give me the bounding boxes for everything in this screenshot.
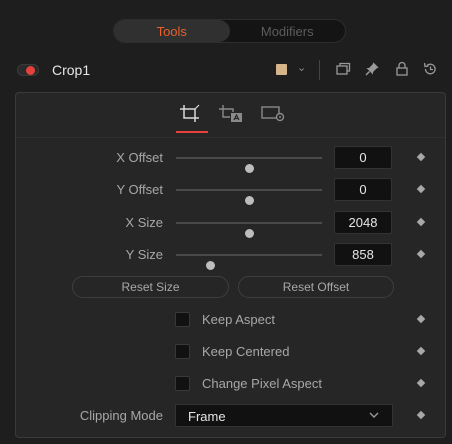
crop-icon[interactable] — [176, 101, 206, 125]
keyframe-diamond-icon[interactable] — [416, 314, 426, 324]
change-pixel-aspect-label: Change Pixel Aspect — [202, 376, 322, 391]
keyframe-diamond-icon[interactable] — [416, 378, 426, 388]
crop-controls-panel: X Offset 0 Y Offset 0 X Size 2048 Y Size… — [15, 92, 446, 438]
y-size-slider[interactable] — [176, 254, 322, 270]
keyframe-diamond-icon[interactable] — [416, 249, 426, 259]
panel-divider — [16, 137, 445, 138]
keep-aspect-checkbox[interactable] — [175, 312, 190, 327]
keep-aspect-label: Keep Aspect — [202, 312, 275, 327]
y-offset-slider[interactable] — [176, 189, 322, 205]
y-offset-row: Y Offset 0 — [16, 178, 445, 205]
header-separator — [319, 60, 320, 80]
reset-offset-button[interactable]: Reset Offset — [238, 276, 394, 298]
clipping-mode-value: Frame — [188, 409, 226, 424]
y-offset-label: Y Offset — [116, 182, 164, 197]
tab-tools[interactable]: Tools — [114, 20, 230, 42]
reset-size-button[interactable]: Reset Size — [72, 276, 229, 298]
pin-icon[interactable] — [363, 60, 381, 78]
x-offset-row: X Offset 0 — [16, 146, 445, 173]
slider-thumb[interactable] — [245, 164, 254, 173]
enable-dot — [26, 66, 35, 75]
chevron-down-icon[interactable]: ⌄ — [297, 61, 306, 74]
y-offset-field[interactable]: 0 — [334, 178, 392, 201]
keyframe-diamond-icon[interactable] — [416, 346, 426, 356]
keyframe-diamond-icon[interactable] — [416, 410, 426, 420]
crop-auto-icon[interactable] — [216, 101, 246, 125]
slider-thumb[interactable] — [245, 229, 254, 238]
x-offset-slider[interactable] — [176, 157, 322, 173]
x-size-row: X Size 2048 — [16, 211, 445, 238]
frame-settings-icon[interactable] — [258, 101, 288, 125]
slider-thumb[interactable] — [205, 261, 215, 270]
clipping-mode-row: Clipping Mode Frame — [16, 404, 445, 428]
keyframe-diamond-icon[interactable] — [416, 152, 426, 162]
x-offset-field[interactable]: 0 — [334, 146, 392, 169]
window-icon[interactable] — [334, 60, 352, 78]
x-size-slider[interactable] — [176, 222, 322, 238]
y-size-row: Y Size 858 — [16, 243, 445, 270]
keep-centered-row: Keep Centered — [16, 340, 445, 364]
reset-icon[interactable] — [421, 60, 439, 78]
node-enable-toggle[interactable] — [17, 64, 39, 76]
y-size-field[interactable]: 858 — [334, 243, 392, 266]
clipping-mode-select[interactable]: Frame — [175, 404, 393, 427]
keep-centered-label: Keep Centered — [202, 344, 290, 359]
x-offset-label: X Offset — [116, 150, 163, 165]
x-size-label: X Size — [125, 215, 163, 230]
keep-centered-checkbox[interactable] — [175, 344, 190, 359]
keyframe-diamond-icon[interactable] — [416, 184, 426, 194]
tab-modifiers[interactable]: Modifiers — [230, 20, 346, 42]
x-size-field[interactable]: 2048 — [334, 211, 392, 234]
lock-icon[interactable] — [393, 60, 411, 78]
y-size-label: Y Size — [125, 247, 163, 262]
inspector-tabs: Tools Modifiers — [113, 19, 346, 43]
chevron-down-icon — [369, 412, 379, 418]
color-swatch[interactable] — [276, 64, 287, 75]
control-page-tabs — [16, 93, 445, 137]
clipping-mode-label: Clipping Mode — [79, 408, 163, 423]
change-pixel-aspect-row: Change Pixel Aspect — [16, 372, 445, 396]
change-pixel-aspect-checkbox[interactable] — [175, 376, 190, 391]
keyframe-diamond-icon[interactable] — [416, 217, 426, 227]
slider-thumb[interactable] — [245, 196, 254, 205]
node-header: Crop1 ⌄ — [0, 56, 452, 90]
active-page-indicator — [176, 131, 208, 133]
node-name: Crop1 — [52, 62, 91, 78]
keep-aspect-row: Keep Aspect — [16, 308, 445, 332]
